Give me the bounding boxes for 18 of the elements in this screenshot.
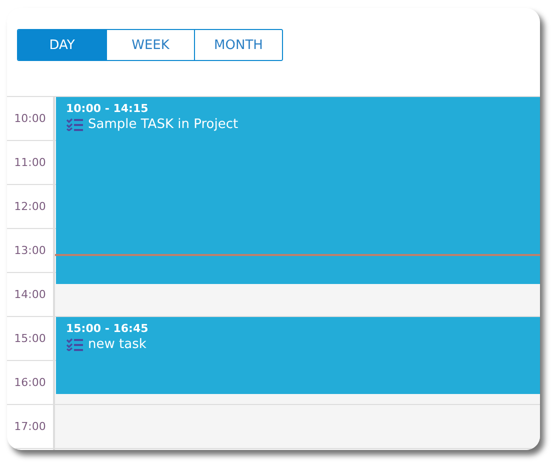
calendar-event[interactable]: 15:00 - 16:45 new task <box>56 317 540 394</box>
task-list-icon <box>66 338 83 351</box>
hour-label: 11:00 <box>7 141 53 185</box>
hour-label: 17:00 <box>7 405 53 449</box>
hour-label: 15:00 <box>7 317 53 361</box>
event-title: Sample TASK in Project <box>88 117 238 132</box>
hour-label: 13:00 <box>7 229 53 273</box>
event-title: new task <box>88 337 146 352</box>
event-time: 10:00 - 14:15 <box>66 102 150 115</box>
task-list-icon <box>66 118 83 131</box>
view-tab[interactable]: DAY <box>18 30 106 60</box>
view-tab[interactable]: MONTH <box>194 30 282 60</box>
calendar-event[interactable]: 10:00 - 14:15 Sample TASK in Project <box>56 97 540 284</box>
hour-label: 14:00 <box>7 273 53 317</box>
hour-label: 16:00 <box>7 361 53 405</box>
hour-label: 12:00 <box>7 185 53 229</box>
hour-label: 10:00 <box>7 97 53 141</box>
event-time: 15:00 - 16:45 <box>66 322 150 335</box>
